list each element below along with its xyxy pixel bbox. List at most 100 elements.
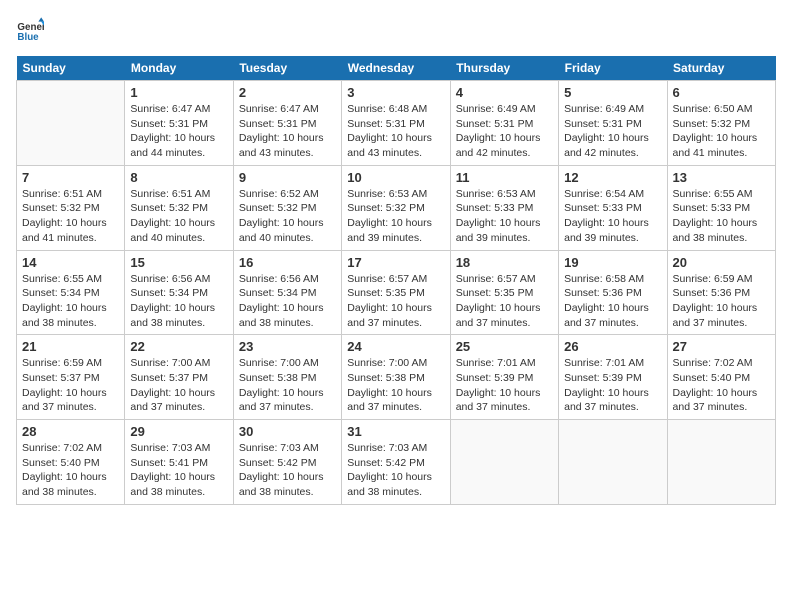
weekday-header-sunday: Sunday (17, 56, 125, 81)
day-number: 23 (239, 339, 336, 354)
day-info: Sunrise: 6:51 AM Sunset: 5:32 PM Dayligh… (130, 187, 227, 246)
day-number: 24 (347, 339, 444, 354)
day-info: Sunrise: 7:00 AM Sunset: 5:38 PM Dayligh… (239, 356, 336, 415)
week-row-2: 7Sunrise: 6:51 AM Sunset: 5:32 PM Daylig… (17, 165, 776, 250)
day-info: Sunrise: 7:03 AM Sunset: 5:42 PM Dayligh… (239, 441, 336, 500)
calendar-cell: 25 Sunrise: 7:01 AM Sunset: 5:39 PM Dayli… (450, 335, 558, 420)
day-info: Sunrise: 6:55 AM Sunset: 5:34 PM Dayligh… (22, 272, 119, 331)
day-info: Sunrise: 6:48 AM Sunset: 5:31 PM Dayligh… (347, 102, 444, 161)
page-header: General Blue (16, 16, 776, 44)
day-number: 21 (22, 339, 119, 354)
day-info: Sunrise: 6:50 AM Sunset: 5:32 PM Dayligh… (673, 102, 770, 161)
week-row-1: 1 Sunrise: 6:47 AM Sunset: 5:31 PM Daylig… (17, 81, 776, 166)
day-number: 4 (456, 85, 553, 100)
calendar-cell: 5 Sunrise: 6:49 AM Sunset: 5:31 PM Daylig… (559, 81, 667, 166)
day-info: Sunrise: 6:47 AM Sunset: 5:31 PM Dayligh… (239, 102, 336, 161)
day-number: 20 (673, 255, 770, 270)
calendar-cell: 19Sunrise: 6:58 AM Sunset: 5:36 PM Dayli… (559, 250, 667, 335)
calendar-cell: 8Sunrise: 6:51 AM Sunset: 5:32 PM Daylig… (125, 165, 233, 250)
day-info: Sunrise: 6:59 AM Sunset: 5:36 PM Dayligh… (673, 272, 770, 331)
day-number: 2 (239, 85, 336, 100)
day-number: 15 (130, 255, 227, 270)
day-info: Sunrise: 6:54 AM Sunset: 5:33 PM Dayligh… (564, 187, 661, 246)
day-info: Sunrise: 6:56 AM Sunset: 5:34 PM Dayligh… (130, 272, 227, 331)
day-info: Sunrise: 6:49 AM Sunset: 5:31 PM Dayligh… (564, 102, 661, 161)
calendar-cell: 6 Sunrise: 6:50 AM Sunset: 5:32 PM Daylig… (667, 81, 775, 166)
week-row-5: 28 Sunrise: 7:02 AM Sunset: 5:40 PM Dayli… (17, 420, 776, 505)
calendar-cell (559, 420, 667, 505)
calendar-cell: 14 Sunrise: 6:55 AM Sunset: 5:34 PM Dayli… (17, 250, 125, 335)
weekday-header-saturday: Saturday (667, 56, 775, 81)
calendar-cell: 31 Sunrise: 7:03 AM Sunset: 5:42 PM Dayli… (342, 420, 450, 505)
day-number: 22 (130, 339, 227, 354)
calendar-cell: 24 Sunrise: 7:00 AM Sunset: 5:38 PM Dayli… (342, 335, 450, 420)
day-info: Sunrise: 6:53 AM Sunset: 5:32 PM Dayligh… (347, 187, 444, 246)
calendar-cell: 2 Sunrise: 6:47 AM Sunset: 5:31 PM Daylig… (233, 81, 341, 166)
day-info: Sunrise: 7:02 AM Sunset: 5:40 PM Dayligh… (22, 441, 119, 500)
calendar-cell: 17 Sunrise: 6:57 AM Sunset: 5:35 PM Dayli… (342, 250, 450, 335)
calendar-cell (667, 420, 775, 505)
calendar-cell: 29Sunrise: 7:03 AM Sunset: 5:41 PM Dayli… (125, 420, 233, 505)
day-number: 17 (347, 255, 444, 270)
day-number: 25 (456, 339, 553, 354)
day-number: 5 (564, 85, 661, 100)
calendar-cell: 23 Sunrise: 7:00 AM Sunset: 5:38 PM Dayli… (233, 335, 341, 420)
day-number: 26 (564, 339, 661, 354)
calendar-cell: 3Sunrise: 6:48 AM Sunset: 5:31 PM Daylig… (342, 81, 450, 166)
day-number: 10 (347, 170, 444, 185)
logo-icon: General Blue (16, 16, 44, 44)
calendar-cell (17, 81, 125, 166)
day-info: Sunrise: 7:03 AM Sunset: 5:42 PM Dayligh… (347, 441, 444, 500)
day-info: Sunrise: 7:02 AM Sunset: 5:40 PM Dayligh… (673, 356, 770, 415)
calendar-cell: 10 Sunrise: 6:53 AM Sunset: 5:32 PM Dayli… (342, 165, 450, 250)
weekday-header-thursday: Thursday (450, 56, 558, 81)
calendar-cell (450, 420, 558, 505)
day-info: Sunrise: 7:01 AM Sunset: 5:39 PM Dayligh… (456, 356, 553, 415)
day-number: 12 (564, 170, 661, 185)
day-info: Sunrise: 6:56 AM Sunset: 5:34 PM Dayligh… (239, 272, 336, 331)
day-number: 1 (130, 85, 227, 100)
weekday-header-wednesday: Wednesday (342, 56, 450, 81)
day-number: 30 (239, 424, 336, 439)
day-info: Sunrise: 7:00 AM Sunset: 5:38 PM Dayligh… (347, 356, 444, 415)
day-info: Sunrise: 7:01 AM Sunset: 5:39 PM Dayligh… (564, 356, 661, 415)
calendar-cell: 16Sunrise: 6:56 AM Sunset: 5:34 PM Dayli… (233, 250, 341, 335)
day-info: Sunrise: 6:57 AM Sunset: 5:35 PM Dayligh… (347, 272, 444, 331)
day-info: Sunrise: 6:52 AM Sunset: 5:32 PM Dayligh… (239, 187, 336, 246)
calendar-cell: 15 Sunrise: 6:56 AM Sunset: 5:34 PM Dayli… (125, 250, 233, 335)
day-number: 9 (239, 170, 336, 185)
calendar-table: SundayMondayTuesdayWednesdayThursdayFrid… (16, 56, 776, 505)
day-info: Sunrise: 6:58 AM Sunset: 5:36 PM Dayligh… (564, 272, 661, 331)
weekday-header-tuesday: Tuesday (233, 56, 341, 81)
day-number: 14 (22, 255, 119, 270)
day-number: 29 (130, 424, 227, 439)
svg-text:Blue: Blue (17, 32, 39, 43)
day-info: Sunrise: 6:47 AM Sunset: 5:31 PM Dayligh… (130, 102, 227, 161)
weekday-header-row: SundayMondayTuesdayWednesdayThursdayFrid… (17, 56, 776, 81)
calendar-cell: 27 Sunrise: 7:02 AM Sunset: 5:40 PM Dayli… (667, 335, 775, 420)
week-row-3: 14 Sunrise: 6:55 AM Sunset: 5:34 PM Dayli… (17, 250, 776, 335)
day-number: 27 (673, 339, 770, 354)
calendar-cell: 13Sunrise: 6:55 AM Sunset: 5:33 PM Dayli… (667, 165, 775, 250)
calendar-cell: 28 Sunrise: 7:02 AM Sunset: 5:40 PM Dayli… (17, 420, 125, 505)
calendar-cell: 26 Sunrise: 7:01 AM Sunset: 5:39 PM Dayli… (559, 335, 667, 420)
calendar-cell: 20 Sunrise: 6:59 AM Sunset: 5:36 PM Dayli… (667, 250, 775, 335)
week-row-4: 21 Sunrise: 6:59 AM Sunset: 5:37 PM Dayli… (17, 335, 776, 420)
calendar-cell: 21 Sunrise: 6:59 AM Sunset: 5:37 PM Dayli… (17, 335, 125, 420)
day-info: Sunrise: 6:59 AM Sunset: 5:37 PM Dayligh… (22, 356, 119, 415)
calendar-cell: 30 Sunrise: 7:03 AM Sunset: 5:42 PM Dayli… (233, 420, 341, 505)
day-number: 31 (347, 424, 444, 439)
day-number: 13 (673, 170, 770, 185)
day-info: Sunrise: 6:57 AM Sunset: 5:35 PM Dayligh… (456, 272, 553, 331)
day-number: 11 (456, 170, 553, 185)
weekday-header-monday: Monday (125, 56, 233, 81)
day-number: 6 (673, 85, 770, 100)
calendar-cell: 7Sunrise: 6:51 AM Sunset: 5:32 PM Daylig… (17, 165, 125, 250)
calendar-cell: 9 Sunrise: 6:52 AM Sunset: 5:32 PM Daylig… (233, 165, 341, 250)
calendar-cell: 22Sunrise: 7:00 AM Sunset: 5:37 PM Dayli… (125, 335, 233, 420)
calendar-cell: 4 Sunrise: 6:49 AM Sunset: 5:31 PM Daylig… (450, 81, 558, 166)
calendar-cell: 18Sunrise: 6:57 AM Sunset: 5:35 PM Dayli… (450, 250, 558, 335)
day-info: Sunrise: 6:49 AM Sunset: 5:31 PM Dayligh… (456, 102, 553, 161)
calendar-cell: 11Sunrise: 6:53 AM Sunset: 5:33 PM Dayli… (450, 165, 558, 250)
day-number: 28 (22, 424, 119, 439)
